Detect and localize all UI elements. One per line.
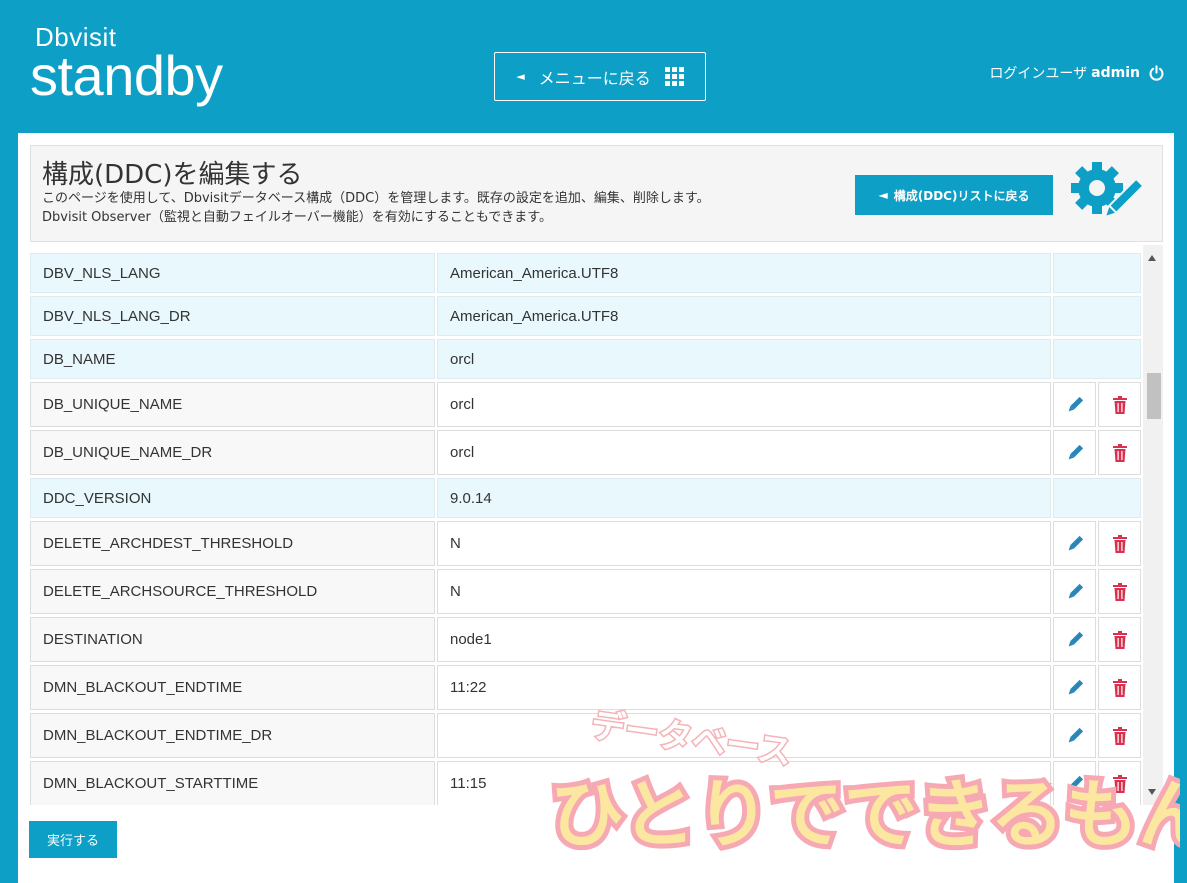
setting-value: node1 xyxy=(437,617,1051,662)
pencil-icon xyxy=(1068,727,1083,742)
page-title: 構成(DDC)を編集する xyxy=(42,160,303,190)
ddc-settings-table[interactable]: DMN_BLACKOUT_STARTTIME 11:15 DMN_BLACKOUT_… xyxy=(30,245,1163,805)
left-triangle-icon: ◄ xyxy=(516,70,525,83)
delete-button[interactable] xyxy=(1098,761,1141,805)
table-row: DB_UNIQUE_NAME_DR orcl xyxy=(30,430,1150,475)
back-to-ddc-list-label: 構成(DDC)リストに戻る xyxy=(893,188,1030,203)
setting-name: DMN_BLACKOUT_ENDTIME_DR xyxy=(30,713,435,758)
grid-icon xyxy=(664,67,684,86)
gear-pencil-icon xyxy=(1071,162,1147,217)
trash-icon xyxy=(1112,726,1127,745)
setting-name: DB_UNIQUE_NAME_DR xyxy=(30,430,435,475)
trash-icon xyxy=(1112,443,1127,462)
edit-button[interactable] xyxy=(1053,521,1096,566)
setting-name: DELETE_ARCHSOURCE_THRESHOLD xyxy=(30,569,435,614)
setting-name: DESTINATION xyxy=(30,617,435,662)
empty-action-cell xyxy=(1053,339,1141,379)
table-row: DMN_BLACKOUT_ENDTIME 11:22 xyxy=(30,665,1150,710)
delete-button[interactable] xyxy=(1098,713,1141,758)
left-triangle-icon: ◄ xyxy=(878,188,888,202)
table-row: DDC_VERSION 9.0.14 xyxy=(30,478,1150,518)
setting-name: DMN_BLACKOUT_ENDTIME xyxy=(30,665,435,710)
empty-action-cell xyxy=(1053,253,1141,293)
setting-value: 11:15 xyxy=(437,761,1051,805)
pencil-icon xyxy=(1068,631,1083,646)
page-description-line2: Dbvisit Observer（監視と自動フェイルオーバー機能）を有効にするこ… xyxy=(42,210,552,225)
power-icon[interactable] xyxy=(1148,64,1165,82)
back-to-menu-button[interactable]: ◄ メニューに戻る xyxy=(494,52,706,101)
execute-button[interactable]: 実行する xyxy=(29,821,117,858)
edit-button[interactable] xyxy=(1053,713,1096,758)
page-header: 構成(DDC)を編集する このページを使用して、Dbvisitデータベース構成（… xyxy=(30,145,1163,242)
table-row: DB_UNIQUE_NAME orcl xyxy=(30,382,1150,427)
table-row: DBV_NLS_LANG_DR American_America.UTF8 xyxy=(30,296,1150,336)
setting-value xyxy=(437,713,1051,758)
delete-button[interactable] xyxy=(1098,382,1141,427)
setting-value: orcl xyxy=(437,382,1051,427)
trash-icon xyxy=(1112,630,1127,649)
trash-icon xyxy=(1112,774,1127,793)
setting-name: DMN_BLACKOUT_STARTTIME xyxy=(30,761,435,805)
trash-icon xyxy=(1112,678,1127,697)
pencil-icon xyxy=(1068,679,1083,694)
setting-value: American_America.UTF8 xyxy=(437,253,1051,293)
table-row: DMN_BLACKOUT_ENDTIME_DR xyxy=(30,713,1150,758)
empty-action-cell xyxy=(1053,478,1141,518)
table-row: DBV_NLS_LANG American_America.UTF8 xyxy=(30,253,1150,293)
setting-value: N xyxy=(437,521,1051,566)
pencil-icon xyxy=(1068,444,1083,459)
dbvisit-logo: Dbvisit standby xyxy=(30,22,223,104)
setting-value: 11:22 xyxy=(437,665,1051,710)
page-description-line1: このページを使用して、Dbvisitデータベース構成（DDC）を管理します。既存… xyxy=(42,191,710,206)
edit-button[interactable] xyxy=(1053,569,1096,614)
setting-value: 9.0.14 xyxy=(437,478,1051,518)
table-row: DB_NAME orcl xyxy=(30,339,1150,379)
table-row: DESTINATION node1 xyxy=(30,617,1150,662)
setting-name: DELETE_ARCHDEST_THRESHOLD xyxy=(30,521,435,566)
delete-button[interactable] xyxy=(1098,521,1141,566)
setting-value: orcl xyxy=(437,430,1051,475)
scrollbar-thumb[interactable] xyxy=(1147,373,1161,419)
table-row: DMN_BLACKOUT_STARTTIME 11:15 xyxy=(30,761,1150,805)
delete-button[interactable] xyxy=(1098,665,1141,710)
table-row: DELETE_ARCHSOURCE_THRESHOLD N xyxy=(30,569,1150,614)
page-description: このページを使用して、Dbvisitデータベース構成（DDC）を管理します。既存… xyxy=(42,189,872,227)
setting-name: DB_NAME xyxy=(30,339,435,379)
pencil-icon xyxy=(1068,775,1083,790)
login-user: ログインユーザ admin xyxy=(989,63,1165,83)
edit-button[interactable] xyxy=(1053,382,1096,427)
setting-name: DB_UNIQUE_NAME xyxy=(30,382,435,427)
scroll-up-arrow-icon[interactable] xyxy=(1148,255,1156,261)
setting-value: N xyxy=(437,569,1051,614)
main-panel: 構成(DDC)を編集する このページを使用して、Dbvisitデータベース構成（… xyxy=(18,133,1174,883)
setting-name: DBV_NLS_LANG xyxy=(30,253,435,293)
login-user-label: ログインユーザ xyxy=(989,66,1088,82)
pencil-icon xyxy=(1068,535,1083,550)
trash-icon xyxy=(1112,395,1127,414)
edit-button[interactable] xyxy=(1053,665,1096,710)
delete-button[interactable] xyxy=(1098,430,1141,475)
setting-name: DBV_NLS_LANG_DR xyxy=(30,296,435,336)
trash-icon xyxy=(1112,534,1127,553)
delete-button[interactable] xyxy=(1098,569,1141,614)
pencil-icon xyxy=(1068,396,1083,411)
logo-product: standby xyxy=(30,44,223,107)
trash-icon xyxy=(1112,582,1127,601)
delete-button[interactable] xyxy=(1098,617,1141,662)
setting-name: DDC_VERSION xyxy=(30,478,435,518)
edit-button[interactable] xyxy=(1053,617,1096,662)
setting-value: American_America.UTF8 xyxy=(437,296,1051,336)
back-to-ddc-list-button[interactable]: ◄ 構成(DDC)リストに戻る xyxy=(855,175,1053,215)
empty-action-cell xyxy=(1053,296,1141,336)
table-scrollbar[interactable] xyxy=(1143,245,1163,805)
scroll-down-arrow-icon[interactable] xyxy=(1148,789,1156,795)
login-user-name: admin xyxy=(1091,65,1140,81)
back-to-menu-label: メニューに戻る xyxy=(538,68,651,88)
table-row: DELETE_ARCHDEST_THRESHOLD N xyxy=(30,521,1150,566)
setting-value: orcl xyxy=(437,339,1051,379)
pencil-icon xyxy=(1068,583,1083,598)
edit-button[interactable] xyxy=(1053,761,1096,805)
edit-button[interactable] xyxy=(1053,430,1096,475)
